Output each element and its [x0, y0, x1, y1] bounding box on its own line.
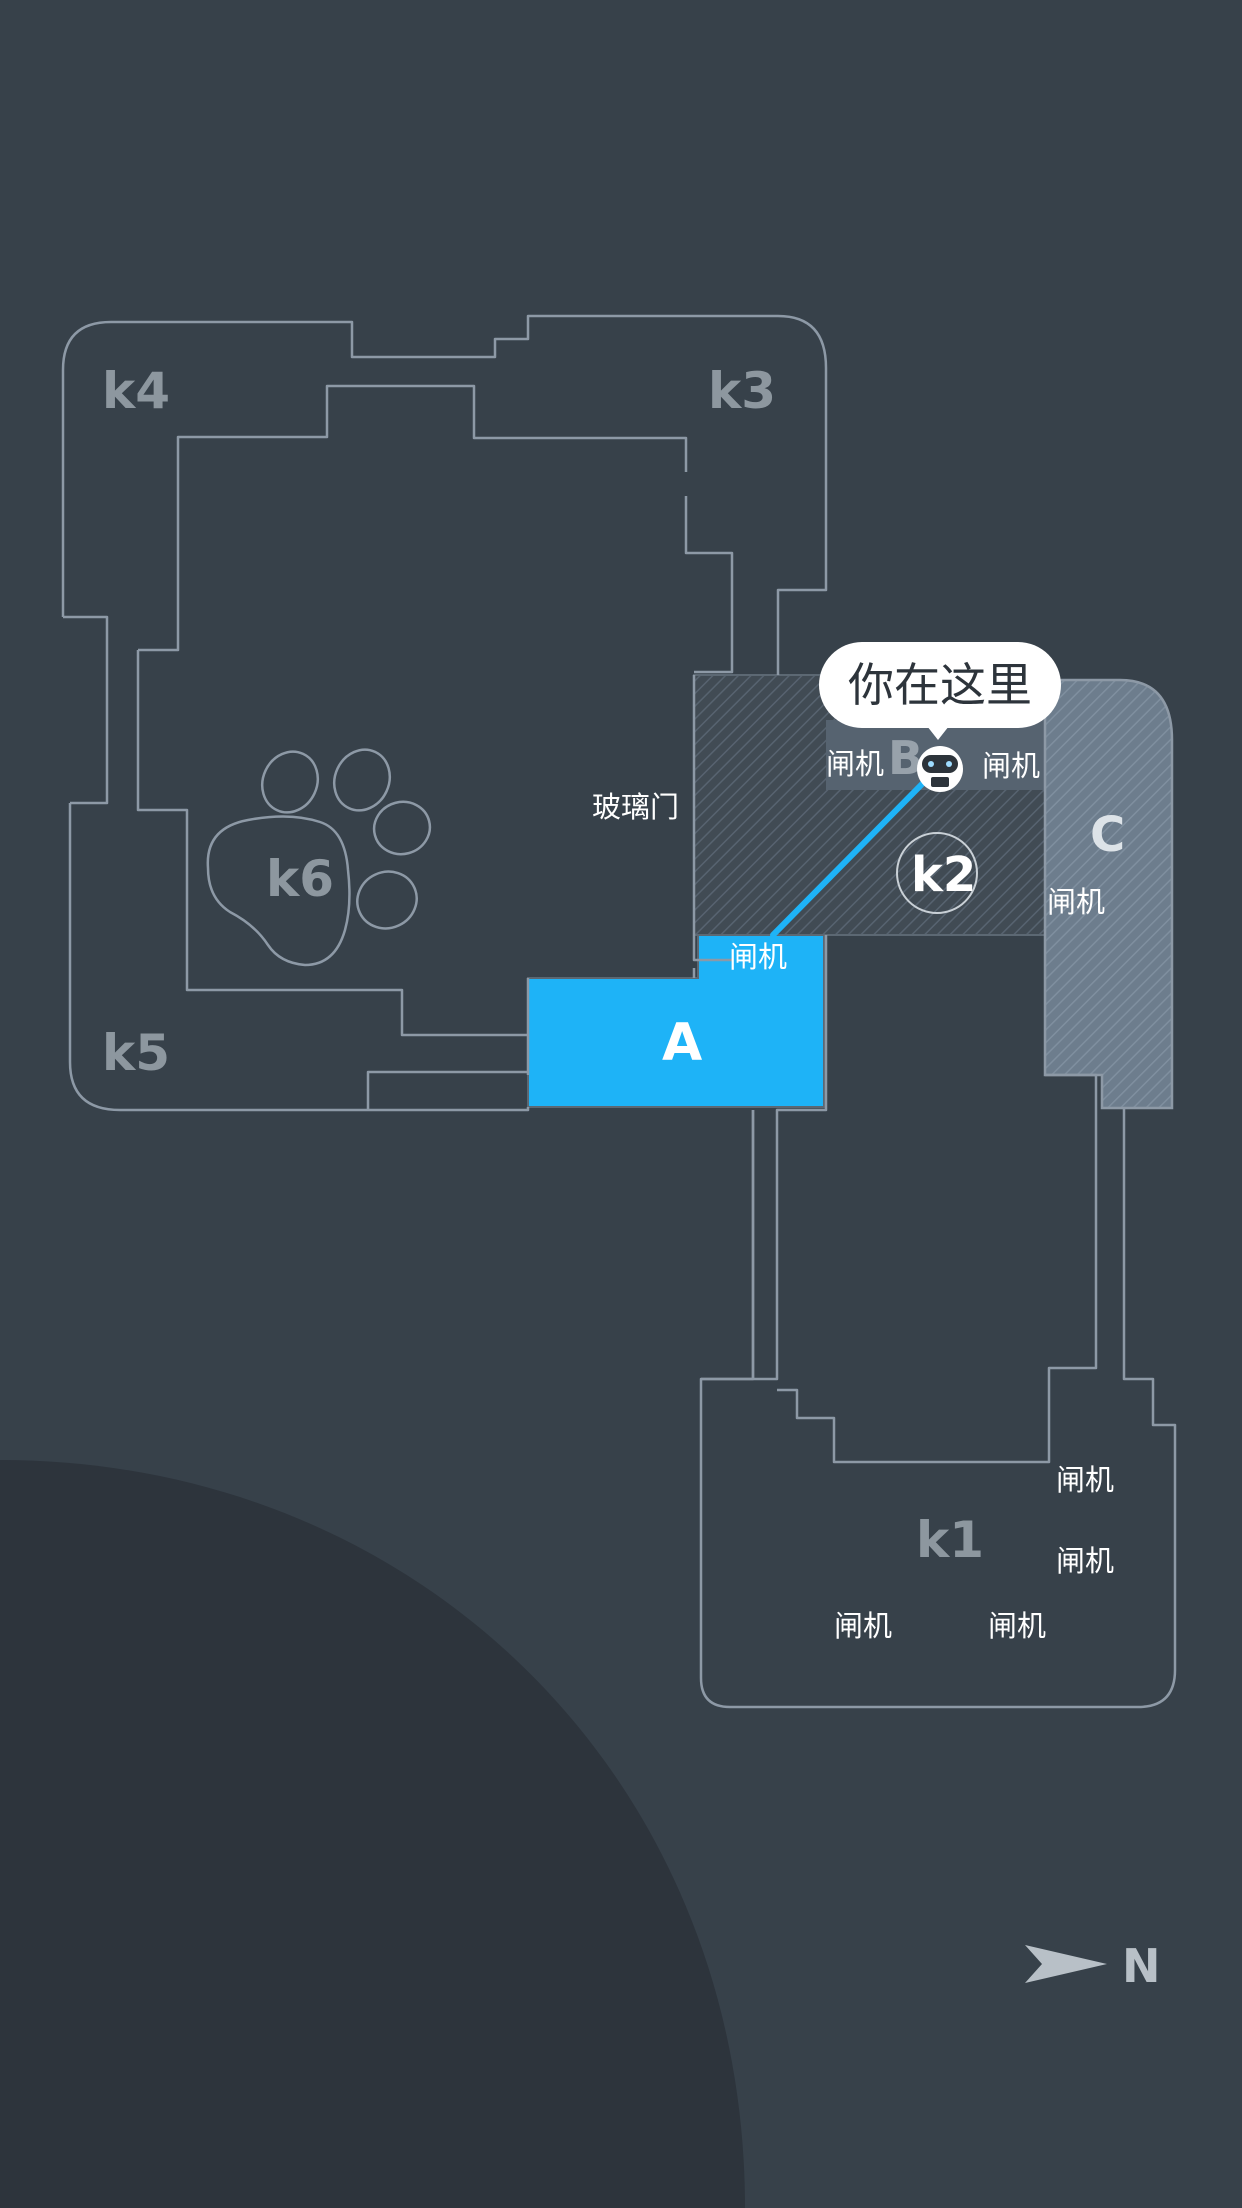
- courtyard-outline: [136, 384, 734, 978]
- robot-marker-icon[interactable]: [917, 746, 963, 792]
- gate-label-k1-1: 闸机: [1056, 1463, 1114, 1497]
- zone-label-b[interactable]: B: [888, 731, 923, 785]
- zone-label-k6[interactable]: k6: [266, 850, 334, 908]
- gate-label-b-right: 闸机: [982, 749, 1040, 783]
- zone-label-k2[interactable]: k2: [911, 847, 976, 903]
- gate-label-b-left: 闸机: [826, 747, 884, 781]
- zone-label-c[interactable]: C: [1090, 807, 1125, 863]
- gate-label-k1-3: 闸机: [834, 1609, 892, 1643]
- you-are-here-bubble: 你在这里: [819, 642, 1061, 740]
- glass-door-label: 玻璃门: [592, 790, 679, 824]
- you-are-here-text: 你在这里: [848, 658, 1032, 712]
- zone-label-k4[interactable]: k4: [102, 362, 170, 420]
- zone-label-k1[interactable]: k1: [916, 1511, 984, 1569]
- zone-label-k5[interactable]: k5: [102, 1024, 170, 1082]
- gate-label-a: 闸机: [729, 940, 787, 974]
- zone-label-a[interactable]: A: [662, 1013, 702, 1073]
- corridor-outline: [701, 1110, 755, 1381]
- compass-north-label: N: [1122, 1939, 1161, 1993]
- zone-label-k3[interactable]: k3: [708, 362, 776, 420]
- north-arrow-icon: [1025, 1945, 1107, 1983]
- corner-shade: [0, 1460, 745, 2208]
- gate-label-c: 闸机: [1047, 885, 1105, 919]
- floor-map: k4 k3 k6 k5 k2 k1 B C A 闸机 闸机 闸机 闸机 闸机 闸…: [0, 314, 1177, 2208]
- gate-label-k1-2: 闸机: [1056, 1544, 1114, 1578]
- gate-label-k1-4: 闸机: [988, 1609, 1046, 1643]
